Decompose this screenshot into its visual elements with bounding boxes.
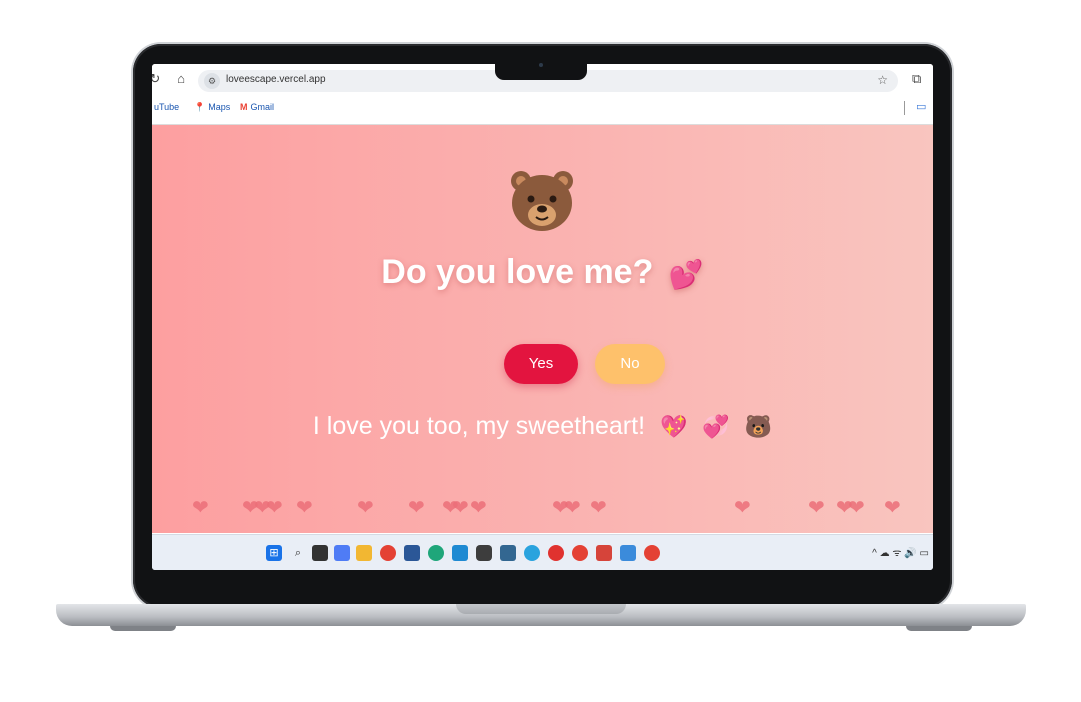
camera-notch bbox=[495, 60, 587, 80]
heart-icon: ❤ bbox=[408, 497, 425, 519]
telegram-icon[interactable] bbox=[524, 545, 540, 561]
heart-icon: ❤ bbox=[564, 497, 581, 519]
laptop-opening-notch bbox=[456, 604, 626, 614]
edge-icon[interactable] bbox=[428, 545, 444, 561]
bear-icon bbox=[511, 171, 573, 231]
heart-icon: ❤ bbox=[192, 497, 209, 519]
task-view-icon[interactable] bbox=[312, 545, 328, 561]
file-explorer-icon[interactable] bbox=[356, 545, 372, 561]
bookmark-maps[interactable]: 📍 Maps bbox=[194, 102, 230, 113]
photos-icon[interactable] bbox=[620, 545, 636, 561]
app-icon[interactable] bbox=[476, 545, 492, 561]
heart-icon: ❤ bbox=[590, 497, 607, 519]
heart-icon: ❤ bbox=[734, 497, 751, 519]
windows-taskbar: ⊞ ⌕ ^ ☁ ᯤ 🔊 ▭ bbox=[152, 534, 933, 570]
yes-button[interactable]: Yes bbox=[504, 344, 578, 384]
bookmark-label: Maps bbox=[208, 102, 231, 112]
love-message: I love you too, my sweetheart! 💖 💞 🐻 bbox=[152, 412, 933, 441]
url-text: loveescape.vercel.app bbox=[226, 74, 326, 85]
copilot-icon[interactable] bbox=[334, 545, 350, 561]
bookmark-label: Gmail bbox=[250, 102, 275, 112]
chrome-icon[interactable] bbox=[572, 545, 588, 561]
bookmarks-divider bbox=[904, 101, 905, 115]
bear-face-icon: 🐻 bbox=[744, 414, 773, 440]
bookmarks-bar: uTube 📍 Maps M Gmail ▭ bbox=[152, 98, 933, 118]
heart-icon: ❤ bbox=[357, 497, 374, 519]
two-hearts-icon: 💕 bbox=[668, 258, 704, 290]
heart-icon: ❤ bbox=[266, 497, 283, 519]
love-page: Do you love me? 💕 Yes No I love you too,… bbox=[152, 125, 933, 533]
heart-icon: ❤ bbox=[470, 497, 487, 519]
revolving-hearts-icon: 💞 bbox=[702, 414, 730, 440]
bookmark-youtube[interactable]: uTube bbox=[154, 102, 179, 112]
heart-icon: ❤ bbox=[452, 497, 469, 519]
bookmark-gmail[interactable]: M Gmail bbox=[240, 102, 274, 112]
snipping-icon[interactable] bbox=[596, 545, 612, 561]
laptop-screen: ↻ ⌂ ⚙ loveescape.vercel.app ☆ ⧉ uTube 📍 M… bbox=[152, 64, 933, 570]
bookmark-star-icon[interactable]: ☆ bbox=[877, 73, 888, 87]
bookmark-label: uTube bbox=[154, 102, 180, 112]
no-button[interactable]: No bbox=[595, 344, 665, 384]
question-heading: Do you love me? 💕 bbox=[152, 253, 933, 292]
system-tray[interactable]: ^ ☁ ᯤ 🔊 ▭ bbox=[872, 545, 929, 559]
home-icon[interactable]: ⌂ bbox=[172, 70, 190, 88]
windows-start-icon[interactable]: ⊞ bbox=[266, 545, 282, 561]
extensions-icon[interactable]: ⧉ bbox=[912, 71, 921, 87]
vscode-icon[interactable] bbox=[452, 545, 468, 561]
heart-icon: ❤ bbox=[808, 497, 825, 519]
store-icon[interactable] bbox=[404, 545, 420, 561]
heart-icon: ❤ bbox=[848, 497, 865, 519]
chrome-icon[interactable] bbox=[644, 545, 660, 561]
folder-icon[interactable]: ▭ bbox=[916, 100, 926, 113]
chrome-icon[interactable] bbox=[380, 545, 396, 561]
laptop-foot bbox=[110, 626, 176, 631]
question-text: Do you love me? bbox=[381, 253, 654, 291]
floating-hearts: ❤ ❤ ❤ ❤ ❤ ❤ ❤ ❤ ❤ ❤ ❤ ❤ ❤ ❤ ❤ ❤ ❤ ❤ bbox=[152, 495, 933, 525]
sparkling-heart-icon: 💖 bbox=[659, 414, 688, 440]
reload-icon[interactable]: ↻ bbox=[152, 70, 164, 88]
camera-icon bbox=[539, 63, 543, 67]
heart-icon: ❤ bbox=[884, 497, 901, 519]
site-info-icon[interactable]: ⚙ bbox=[204, 73, 220, 89]
laptop-foot bbox=[906, 626, 972, 631]
gmail-icon: M bbox=[240, 102, 248, 112]
message-text: I love you too, my sweetheart! bbox=[312, 412, 646, 440]
search-icon[interactable]: ⌕ bbox=[290, 545, 306, 561]
wps-icon[interactable] bbox=[548, 545, 564, 561]
heart-icon: ❤ bbox=[296, 497, 313, 519]
maps-pin-icon: 📍 bbox=[194, 102, 206, 112]
postgres-icon[interactable] bbox=[500, 545, 516, 561]
